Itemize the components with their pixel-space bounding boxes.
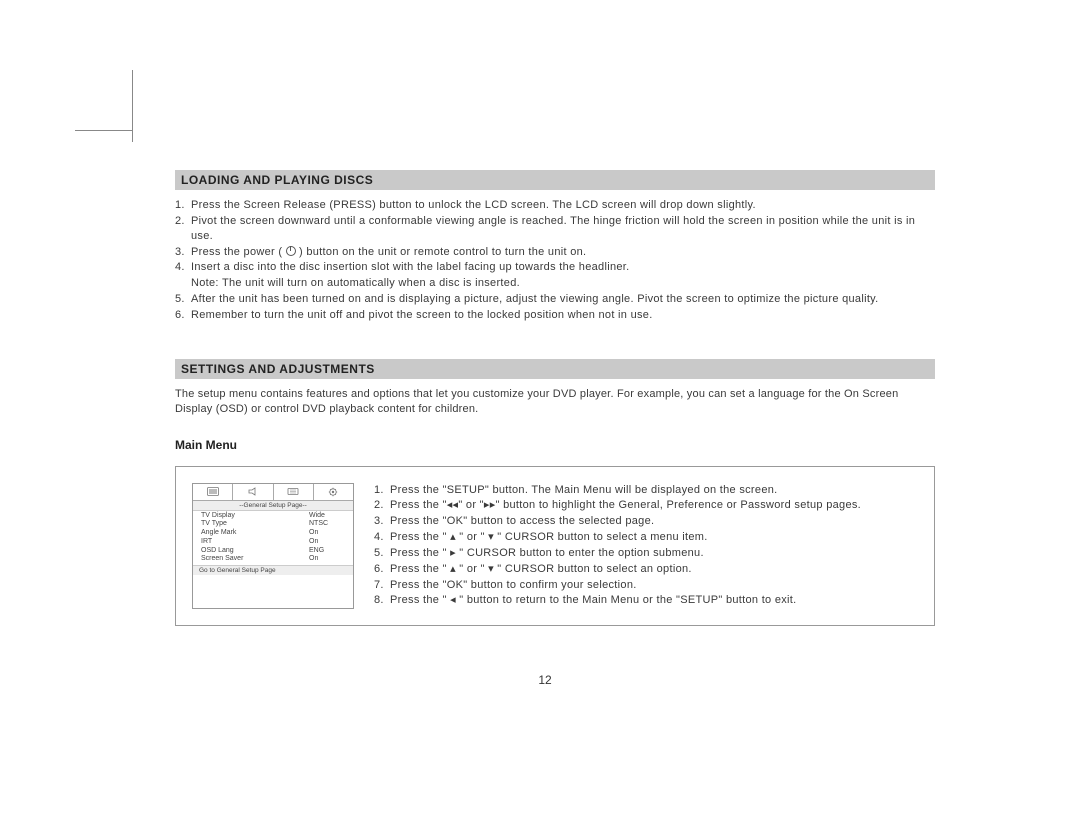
list-item: 2.Press the "◂◂" or "▸▸" button to highl… [374, 498, 918, 513]
list-item-text: Press the " ▴ " or " ▾ " CURSOR button t… [390, 562, 918, 577]
crop-mark-horizontal [75, 130, 133, 131]
list-item-number: 6. [374, 562, 390, 577]
osd-setting-value: Wide [309, 512, 349, 521]
list-item-text: Pivot the screen downward until a confor… [191, 214, 935, 244]
list-item-text: Press the "◂◂" or "▸▸" button to highlig… [390, 498, 918, 513]
osd-setting-value: ENG [309, 547, 349, 556]
osd-setting-key: OSD Lang [201, 547, 309, 556]
list-item-text: Press the "OK" button to confirm your se… [390, 578, 918, 593]
list-item-text: Press the power ( ) button on the unit o… [191, 245, 935, 260]
osd-setting-row: Screen SaverOn [201, 555, 349, 564]
list-item: 4.Insert a disc into the disc insertion … [175, 260, 935, 275]
list-item-number: 7. [374, 578, 390, 593]
main-menu-steps: 1.Press the "SETUP" button. The Main Men… [374, 483, 918, 610]
list-item-text: Press the " ▸ " CURSOR button to enter t… [390, 546, 918, 561]
list-item-number: 5. [175, 292, 191, 307]
list-item-number: 4. [175, 260, 191, 275]
osd-tab-general-icon [193, 484, 233, 500]
osd-setting-row: IRTOn [201, 538, 349, 547]
list-item: 8.Press the " ◂ " button to return to th… [374, 593, 918, 608]
list-item: Note: The unit will turn on automaticall… [175, 276, 935, 291]
osd-setting-key: TV Display [201, 512, 309, 521]
osd-tab-speaker-icon [233, 484, 273, 500]
list-item-number: 4. [374, 530, 390, 545]
list-item-text: Insert a disc into the disc insertion sl… [191, 260, 935, 275]
loading-steps-list: 1.Press the Screen Release (PRESS) butto… [175, 198, 935, 323]
list-item-number: 1. [374, 483, 390, 498]
osd-tab-preference-icon [274, 484, 314, 500]
list-item-number [175, 276, 191, 291]
osd-setting-value: On [309, 538, 349, 547]
list-item: 1.Press the "SETUP" button. The Main Men… [374, 483, 918, 498]
main-menu-box: --General Setup Page-- TV DisplayWideTV … [175, 466, 935, 627]
osd-tab-row [193, 484, 353, 501]
manual-page: LOADING AND PLAYING DISCS 1.Press the Sc… [175, 170, 935, 626]
osd-page-title: --General Setup Page-- [193, 501, 353, 511]
list-item-text: Remember to turn the unit off and pivot … [191, 308, 935, 323]
crop-mark-vertical [132, 70, 133, 142]
list-item: 6.Press the " ▴ " or " ▾ " CURSOR button… [374, 562, 918, 577]
list-item-number: 3. [175, 245, 191, 260]
list-item: 7.Press the "OK" button to confirm your … [374, 578, 918, 593]
osd-tab-password-icon [314, 484, 353, 500]
osd-setting-value: NTSC [309, 520, 349, 529]
osd-setting-key: IRT [201, 538, 309, 547]
list-item: 1.Press the Screen Release (PRESS) butto… [175, 198, 935, 213]
osd-setting-value: On [309, 529, 349, 538]
list-item-number: 6. [175, 308, 191, 323]
list-item-number: 2. [175, 214, 191, 244]
list-item-number: 3. [374, 514, 390, 529]
osd-setting-key: TV Type [201, 520, 309, 529]
osd-setting-row: Angle MarkOn [201, 529, 349, 538]
osd-screenshot: --General Setup Page-- TV DisplayWideTV … [192, 483, 354, 610]
osd-setting-key: Angle Mark [201, 529, 309, 538]
page-number: 12 [175, 673, 915, 687]
list-item-text: Press the "OK" button to access the sele… [390, 514, 918, 529]
list-item: 5.Press the " ▸ " CURSOR button to enter… [374, 546, 918, 561]
osd-settings-rows: TV DisplayWideTV TypeNTSCAngle MarkOnIRT… [193, 511, 353, 566]
list-item-text: Press the "SETUP" button. The Main Menu … [390, 483, 918, 498]
osd-setting-row: TV TypeNTSC [201, 520, 349, 529]
list-item-text: After the unit has been turned on and is… [191, 292, 935, 307]
list-item-text: Press the Screen Release (PRESS) button … [191, 198, 935, 213]
list-item: 5.After the unit has been turned on and … [175, 292, 935, 307]
osd-setting-row: OSD LangENG [201, 547, 349, 556]
list-item: 3.Press the "OK" button to access the se… [374, 514, 918, 529]
list-item-number: 8. [374, 593, 390, 608]
osd-setting-row: TV DisplayWide [201, 512, 349, 521]
list-item-text: Note: The unit will turn on automaticall… [191, 276, 935, 291]
power-icon [286, 246, 296, 256]
section-header-settings: SETTINGS AND ADJUSTMENTS [175, 359, 935, 379]
settings-intro: The setup menu contains features and opt… [175, 387, 935, 418]
list-item-number: 5. [374, 546, 390, 561]
osd-setting-value: On [309, 555, 349, 564]
list-item-text: Press the " ▴ " or " ▾ " CURSOR button t… [390, 530, 918, 545]
list-item: 6.Remember to turn the unit off and pivo… [175, 308, 935, 323]
section-header-loading: LOADING AND PLAYING DISCS [175, 170, 935, 190]
list-item: 2.Pivot the screen downward until a conf… [175, 214, 935, 244]
list-item: 3.Press the power ( ) button on the unit… [175, 245, 935, 260]
list-item: 4.Press the " ▴ " or " ▾ " CURSOR button… [374, 530, 918, 545]
osd-footer-hint: Go to General Setup Page [193, 565, 353, 575]
osd-setting-key: Screen Saver [201, 555, 309, 564]
list-item-number: 1. [175, 198, 191, 213]
main-menu-heading: Main Menu [175, 438, 935, 452]
list-item-number: 2. [374, 498, 390, 513]
list-item-text: Press the " ◂ " button to return to the … [390, 593, 918, 608]
